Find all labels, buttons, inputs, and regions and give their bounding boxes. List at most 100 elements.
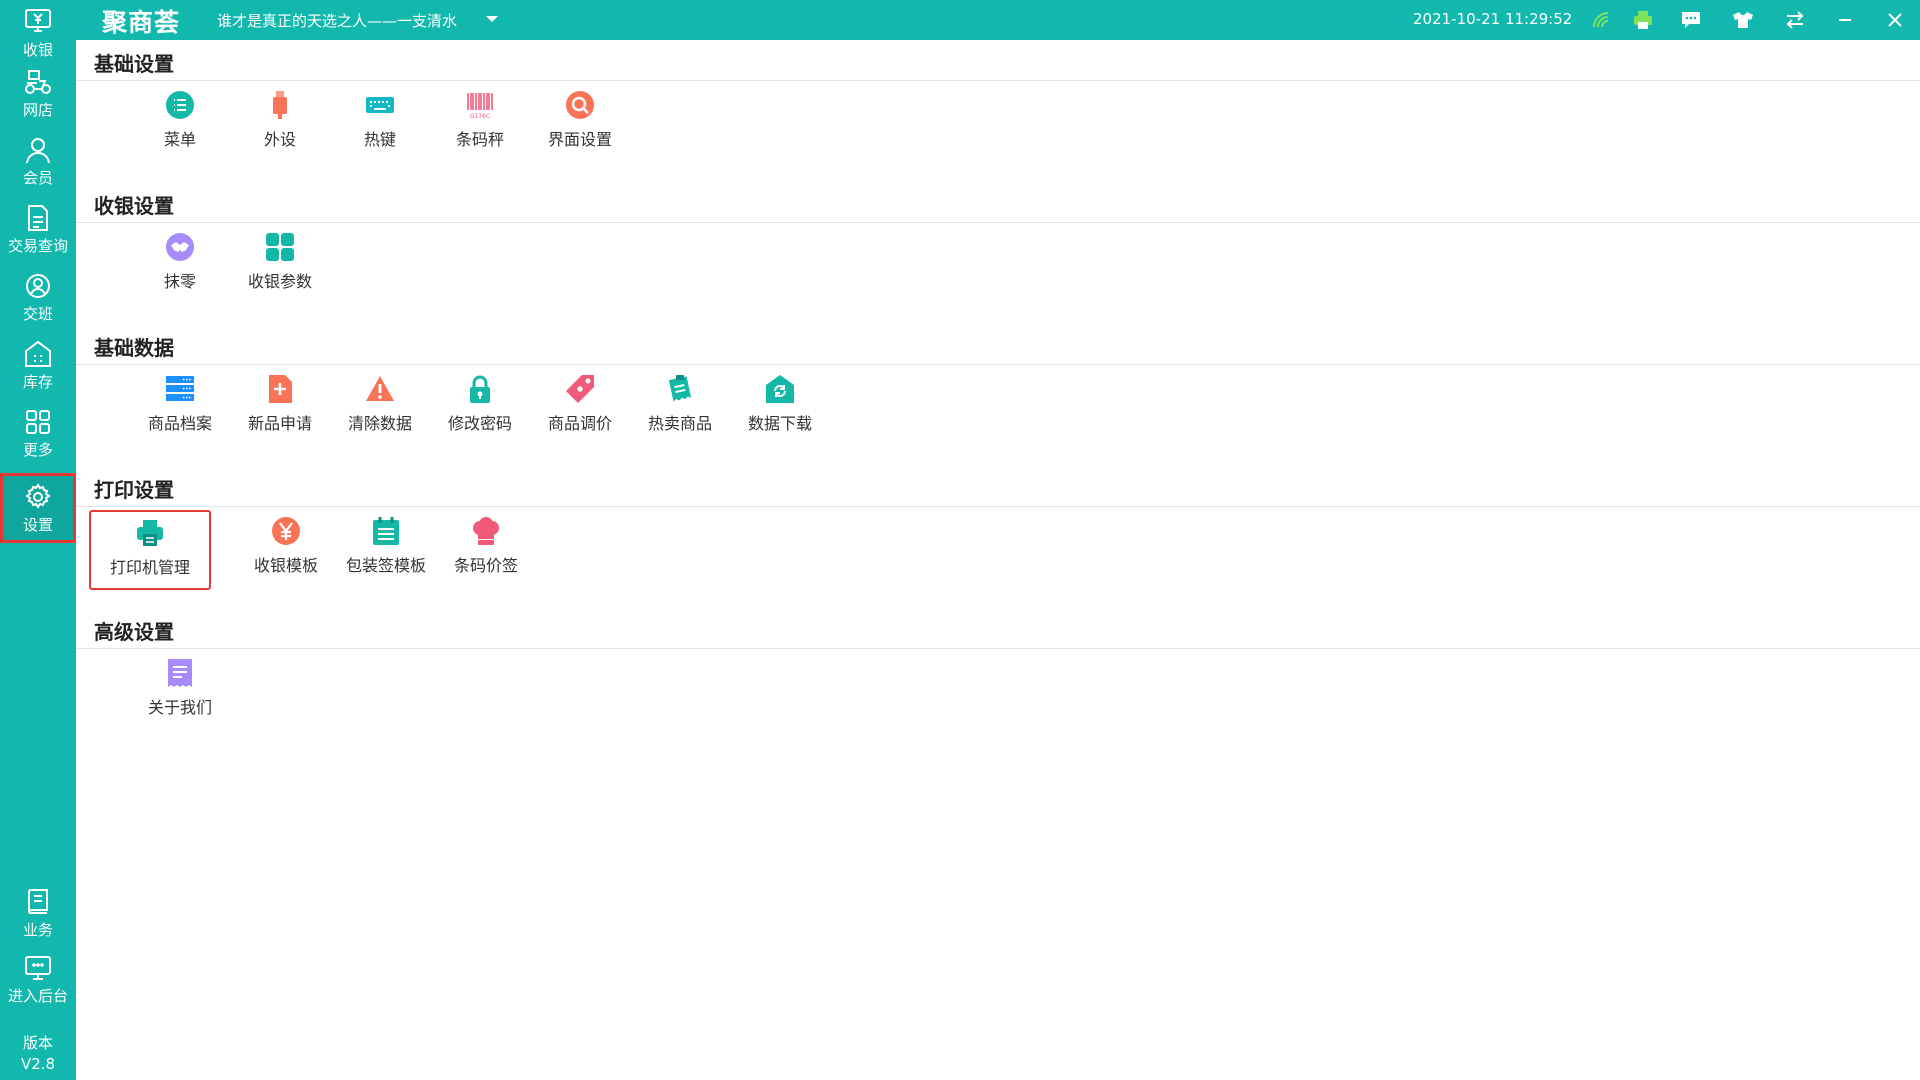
tile-label: 热卖商品	[647, 414, 712, 433]
tile-label: 关于我们	[147, 698, 212, 717]
sidebar-item-label: 网店	[22, 100, 53, 119]
app-logo: 聚商荟	[102, 8, 181, 37]
section-title: 高级设置	[94, 620, 174, 644]
gear-icon	[25, 482, 51, 509]
section-cashier-settings: 收银设置 抹零 收银参数	[76, 182, 1920, 324]
divider	[76, 506, 1920, 507]
keyboard-icon	[366, 97, 394, 113]
sidebar-item-more[interactable]: 更多	[0, 400, 76, 466]
sidebar-item-label: 更多	[22, 440, 53, 459]
tile-label: 外设	[263, 130, 296, 149]
section-print-settings: 打印设置 打印机管理 收银模板 包装签模板 条码价签	[76, 466, 1920, 608]
tile-barcode-scale[interactable]: G176C 条码秤	[430, 90, 530, 150]
tile-about-us[interactable]: 关于我们	[130, 658, 230, 718]
server-icon	[166, 376, 194, 401]
tile-menu[interactable]: 菜单	[130, 90, 230, 150]
version-label: 版本	[22, 1034, 53, 1052]
cashier-icon	[25, 8, 51, 32]
tile-clear-data[interactable]: 清除数据	[330, 374, 430, 434]
chevron-down-icon[interactable]	[485, 15, 499, 24]
sidebar-item-settings[interactable]: 设置	[0, 473, 76, 543]
tile-change-password[interactable]: 修改密码	[430, 374, 530, 434]
tile-hot-products[interactable]: 热卖商品	[630, 374, 730, 434]
sidebar-item-online-store[interactable]: 网店	[0, 60, 76, 126]
sidebar-item-label: 收银	[22, 40, 53, 59]
section-title: 基础设置	[94, 52, 174, 76]
sidebar-item-label: 业务	[22, 920, 53, 939]
calendar-icon	[373, 517, 399, 545]
tile-hotkeys[interactable]: 热键	[330, 90, 430, 150]
section-title: 基础数据	[94, 336, 174, 360]
tile-label: 清除数据	[347, 414, 412, 433]
section-advanced-settings: 高级设置 关于我们	[76, 608, 1920, 750]
tile-interface-settings[interactable]: 界面设置	[530, 90, 630, 150]
settings-panel: 基础设置 菜单 外设 热键 G176C 条码秤 界面设置 收银设置 抹零 收银参…	[76, 40, 1920, 1080]
new-file-icon	[269, 375, 292, 403]
tile-barcode-price-label[interactable]: 条码价签	[436, 516, 536, 576]
clipboard-icon	[668, 375, 692, 402]
handshake-icon	[166, 233, 194, 261]
section-title: 打印设置	[94, 478, 174, 502]
usb-device-icon	[273, 91, 287, 119]
delivery-icon	[25, 69, 51, 94]
version-info: 版本 V2.8	[0, 1033, 76, 1075]
shift-icon	[26, 273, 50, 298]
sidebar: 收银 网店 会员 交易查询 交班 库存 更多 设置 业务 进入后台 版本 V2.…	[0, 0, 76, 1080]
receipt-icon	[168, 659, 192, 687]
tile-round-off[interactable]: 抹零	[130, 232, 230, 292]
message-icon[interactable]	[1680, 9, 1702, 31]
tile-package-label-template[interactable]: 包装签模板	[336, 516, 436, 576]
menu-list-icon	[166, 91, 194, 119]
tile-label: 条码价签	[453, 556, 518, 575]
theme-shirt-icon[interactable]	[1732, 9, 1754, 31]
sidebar-item-cashier[interactable]: 收银	[0, 0, 76, 66]
tile-label: 收银模板	[253, 556, 318, 575]
monitor-icon	[25, 955, 51, 980]
version-value: V2.8	[20, 1055, 56, 1073]
title-bar: 聚商荟 谁才是真正的天选之人——一支清水 2021-10-21 11:29:52	[76, 0, 1920, 40]
section-basic-data: 基础数据 商品档案 新品申请 清除数据 修改密码 商品调价 热卖商品 数据下载	[76, 324, 1920, 466]
book-icon	[27, 888, 48, 914]
svg-text:G176C: G176C	[470, 113, 490, 120]
tile-label: 收银参数	[247, 272, 312, 291]
close-icon[interactable]	[1884, 9, 1906, 31]
minimize-icon[interactable]	[1834, 9, 1856, 31]
tile-label: 修改密码	[447, 414, 512, 433]
tile-label: 新品申请	[247, 414, 312, 433]
tile-price-adjust[interactable]: 商品调价	[530, 374, 630, 434]
tile-label: 界面设置	[547, 130, 612, 149]
wifi-icon[interactable]	[1591, 9, 1613, 31]
sidebar-item-inventory[interactable]: 库存	[0, 332, 76, 398]
clock: 2021-10-21 11:29:52	[1413, 10, 1573, 28]
sidebar-item-shift[interactable]: 交班	[0, 264, 76, 330]
grid-icon	[266, 233, 294, 261]
slogan-text: 谁才是真正的天选之人——一支清水	[217, 12, 458, 30]
warning-icon	[366, 376, 394, 401]
chef-hat-icon	[473, 517, 499, 545]
switch-arrows-icon[interactable]	[1784, 9, 1806, 31]
tile-product-archive[interactable]: 商品档案	[130, 374, 230, 434]
tile-receipt-template[interactable]: 收银模板	[236, 516, 336, 576]
sidebar-item-label: 进入后台	[7, 986, 68, 1005]
document-icon	[28, 204, 48, 231]
printer-status-icon[interactable]	[1632, 9, 1654, 31]
tile-label: 菜单	[163, 130, 196, 149]
tile-data-download[interactable]: 数据下载	[730, 374, 830, 434]
tile-label: 数据下载	[747, 414, 812, 433]
warehouse-icon	[25, 340, 51, 367]
home-refresh-icon	[766, 375, 794, 403]
sidebar-item-transactions[interactable]: 交易查询	[0, 196, 76, 262]
divider	[76, 222, 1920, 223]
grid-icon	[26, 409, 50, 434]
divider	[76, 80, 1920, 81]
tile-cashier-params[interactable]: 收银参数	[230, 232, 330, 292]
printer-icon	[137, 520, 163, 546]
tile-printer-management[interactable]: 打印机管理	[89, 510, 211, 590]
yen-circle-icon	[272, 517, 300, 545]
tile-new-product-request[interactable]: 新品申请	[230, 374, 330, 434]
sidebar-item-backend[interactable]: 进入后台	[0, 946, 76, 1012]
sidebar-item-business[interactable]: 业务	[0, 880, 76, 946]
tile-peripherals[interactable]: 外设	[230, 90, 330, 150]
tile-label: 热键	[363, 130, 396, 149]
sidebar-item-member[interactable]: 会员	[0, 128, 76, 194]
